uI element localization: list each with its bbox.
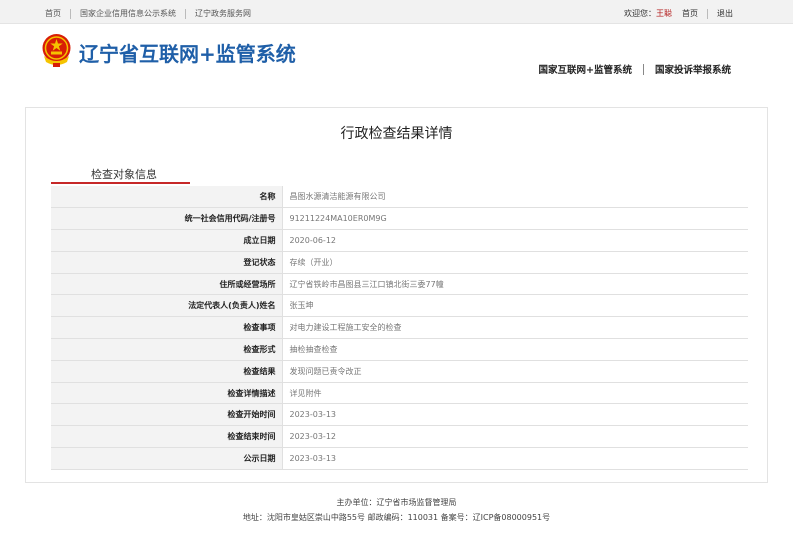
divider [707,8,708,19]
table-row: 名称 昌图水源清洁能源有限公司 [51,186,748,209]
divider [642,63,644,75]
field-value: 2020-06-12 [282,229,748,252]
divider [185,8,186,19]
welcome-text: 欢迎您： [624,9,656,18]
field-label: 检查形式 [51,338,283,361]
divider [70,8,71,19]
top-link-home[interactable]: 首页 [45,8,61,19]
user-home-link[interactable]: 首页 [682,8,698,19]
table-row: 成立日期 2020-06-12 [51,229,748,252]
tab-active-indicator [51,182,190,184]
field-label: 检查开始时间 [51,403,283,427]
top-link-enterprise-credit[interactable]: 国家企业信用信息公示系统 [80,8,176,19]
field-label: 名称 [51,186,283,209]
field-value: 91211224MA10ER0M9G [282,207,748,231]
footer-address: 地址：沈阳市皇姑区崇山中路55号 邮政编码：110031 备案号：辽ICP备08… [242,513,551,522]
field-value: 张玉坤 [282,294,748,318]
site-title: 辽宁省互联网+监管系统 [79,42,296,66]
field-label: 成立日期 [51,229,283,252]
table-row: 检查开始时间 2023-03-13 [51,403,748,427]
detail-card: 行政检查结果详情 检查对象信息 名称 昌图水源清洁能源有限公司 统一社会信用代码/注… [25,107,768,483]
top-links: 首页 国家企业信用信息公示系统 辽宁政务服务网 [45,8,251,19]
field-value: 对电力建设工程施工安全的检查 [282,316,748,340]
table-row: 检查结束时间 2023-03-12 [51,425,748,449]
field-label: 检查详情描述 [51,382,283,405]
table-row: 检查事项 对电力建设工程施工安全的检查 [51,316,748,340]
top-utility-bar: 首页 国家企业信用信息公示系统 辽宁政务服务网 欢迎您： 王聪 首页 退出 [0,0,793,24]
field-label: 登记状态 [51,251,283,274]
field-value: 2023-03-13 [282,403,748,427]
table-row: 检查详情描述 详见附件 [51,382,748,405]
field-label: 检查事项 [51,316,283,340]
info-table: 名称 昌图水源清洁能源有限公司 统一社会信用代码/注册号 91211224MA10ER… [51,186,748,470]
national-emblem-icon [42,34,71,67]
table-row: 统一社会信用代码/注册号 91211224MA10ER0M9G [51,207,748,231]
field-value: 发现问题已责令改正 [282,360,748,383]
link-complaint-system[interactable]: 国家投诉举报系统 [655,62,731,76]
field-label: 住所或经营场所 [51,273,283,296]
header-links: 国家互联网+监管系统 国家投诉举报系统 [539,62,731,76]
field-label: 法定代表人(负责人)姓名 [51,294,283,318]
link-national-supervision[interactable]: 国家互联网+监管系统 [539,62,632,76]
field-label: 统一社会信用代码/注册号 [51,207,283,231]
top-link-gov-service[interactable]: 辽宁政务服务网 [195,8,251,19]
page-footer: 主办单位：辽宁省市场监督管理局 地址：沈阳市皇姑区崇山中路55号 邮政编码：11… [0,495,793,525]
field-label: 检查结束时间 [51,425,283,449]
field-label: 检查结果 [51,360,283,383]
field-value: 昌图水源清洁能源有限公司 [282,186,748,209]
logout-link[interactable]: 退出 [717,8,733,19]
user-area: 欢迎您： 王聪 首页 退出 [624,8,733,19]
table-row: 检查结果 发现问题已责令改正 [51,360,748,383]
tab-inspection-object[interactable]: 检查对象信息 [91,166,157,182]
table-row: 住所或经营场所 辽宁省铁岭市昌图县三江口镇北街三委77幢 [51,273,748,296]
page-title: 行政检查结果详情 [340,126,453,142]
field-label: 公示日期 [51,447,283,470]
field-value: 存续（开业） [282,251,748,274]
field-value: 抽检抽查检查 [282,338,748,361]
table-row: 法定代表人(负责人)姓名 张玉坤 [51,294,748,318]
field-value: 辽宁省铁岭市昌图县三江口镇北街三委77幢 [282,273,748,296]
username: 王聪 [656,9,672,18]
field-value: 2023-03-13 [282,447,748,470]
table-row: 登记状态 存续（开业） [51,251,748,274]
table-row: 检查形式 抽检抽查检查 [51,338,748,361]
field-value: 2023-03-12 [282,425,748,449]
table-row: 公示日期 2023-03-13 [51,447,748,470]
site-header: 辽宁省互联网+监管系统 国家互联网+监管系统 国家投诉举报系统 [0,24,793,86]
field-value: 详见附件 [282,382,748,405]
footer-sponsor: 主办单位：辽宁省市场监督管理局 [336,498,457,507]
